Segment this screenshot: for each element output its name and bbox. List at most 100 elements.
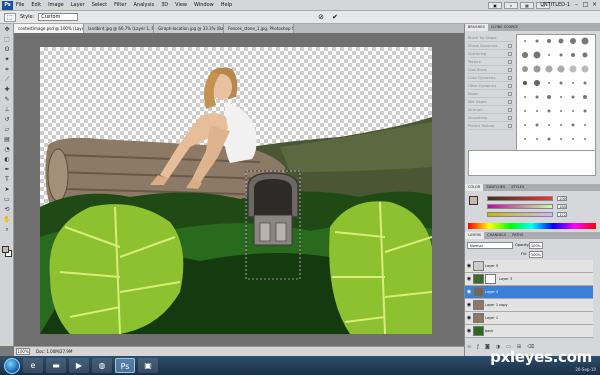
folder-icon[interactable]: ▬: [46, 358, 66, 373]
eye-icon[interactable]: ◉: [465, 315, 473, 321]
photoshop-taskbar-icon[interactable]: Ps: [115, 358, 135, 373]
layer-mask-thumbnail[interactable]: [485, 274, 496, 284]
brush-setting[interactable]: Airbrush: [468, 106, 514, 114]
maximize-icon[interactable]: □: [582, 1, 589, 8]
eye-icon[interactable]: ◉: [465, 302, 473, 308]
commit-transform-icon[interactable]: ✔: [330, 13, 340, 22]
layer-row[interactable]: ◉ Layer 1: [465, 312, 593, 325]
brush-setting[interactable]: Wet Edges: [468, 98, 514, 106]
brush-setting[interactable]: Dual Brush: [468, 66, 514, 74]
style-select[interactable]: Custom: [38, 13, 79, 21]
shape-tool-icon[interactable]: ▭: [2, 195, 12, 204]
move-tool-icon[interactable]: ✥: [2, 25, 12, 34]
layer-row-selected[interactable]: ◉ Layer 4: [465, 286, 593, 299]
type-tool-icon[interactable]: T: [2, 175, 12, 184]
blend-mode-select[interactable]: Normal: [467, 242, 513, 249]
tab-clone-source[interactable]: CLONE SOURCE: [488, 24, 521, 31]
tab-fences-stone[interactable]: Fences_stone_1.jpg, Photoshop Stock.jpg …: [224, 24, 294, 33]
explorer-window-icon[interactable]: ▣: [138, 358, 158, 373]
internet-explorer-icon[interactable]: e: [23, 358, 43, 373]
tab-swatches[interactable]: SWATCHES: [483, 184, 508, 191]
canvas[interactable]: [40, 47, 432, 334]
blue-value[interactable]: 172: [557, 212, 567, 217]
menu-select[interactable]: Select: [92, 2, 107, 8]
zoom-level-button[interactable]: ⌕: [504, 2, 518, 9]
eye-icon[interactable]: ◉: [465, 328, 473, 334]
blur-tool-icon[interactable]: ◔: [2, 145, 12, 154]
zoom-field[interactable]: 100%: [16, 348, 30, 355]
menu-layer[interactable]: Layer: [71, 2, 85, 8]
brush-setting[interactable]: Smoothing: [468, 114, 514, 122]
zoom-tool-icon[interactable]: ⌕: [2, 225, 12, 234]
tab-giraph-location[interactable]: Giraph-location.jpg @ 33.3% (Background,…: [154, 24, 224, 33]
layer-row[interactable]: ◉ Layer 3: [465, 273, 593, 286]
minimize-icon[interactable]: –: [573, 1, 580, 8]
tab-landbird[interactable]: landbird.jpg @ 66.7% (Layer 1, RGB/8): [84, 24, 154, 33]
eye-icon[interactable]: ◉: [465, 276, 473, 282]
red-value[interactable]: 200: [557, 196, 567, 201]
brush-tool-icon[interactable]: ✎: [2, 95, 12, 104]
add-mask-icon[interactable]: ◙: [485, 344, 490, 352]
tab-paths[interactable]: PATHS: [509, 232, 526, 239]
firefox-icon[interactable]: ◍: [92, 358, 112, 373]
tool-preset-icon[interactable]: ⬚: [4, 12, 16, 22]
cancel-transform-icon[interactable]: ⊘: [316, 13, 326, 22]
brush-setting[interactable]: Scattering: [468, 50, 514, 58]
launch-bridge-button[interactable]: ▣: [488, 2, 502, 9]
tab-styles[interactable]: STYLES: [508, 184, 527, 191]
blue-slider[interactable]: [487, 212, 553, 217]
layer-row[interactable]: ◉ Layer 1 copy: [465, 299, 593, 312]
menu-file[interactable]: File: [16, 2, 24, 8]
layer-style-icon[interactable]: ƒ: [477, 344, 479, 352]
tab-channels[interactable]: CHANNELS: [484, 232, 509, 239]
layer-row[interactable]: ◉ Layer 5: [465, 260, 593, 273]
menu-help[interactable]: Help: [221, 2, 232, 8]
media-player-icon[interactable]: ▶: [69, 358, 89, 373]
tab-color[interactable]: COLOR: [465, 184, 484, 191]
tab-contestimage[interactable]: contestimage.psd @ 100% (Layer 4, RGB/8): [14, 24, 84, 33]
menu-filter[interactable]: Filter: [114, 2, 126, 8]
healing-tool-icon[interactable]: ✚: [2, 85, 12, 94]
hand-tool-icon[interactable]: ✋: [2, 215, 12, 224]
menu-3d[interactable]: 3D: [161, 2, 168, 8]
clone-stamp-tool-icon[interactable]: ⊥: [2, 105, 12, 114]
color-fg-swatch[interactable]: [469, 196, 478, 205]
lasso-tool-icon[interactable]: ʘ: [2, 45, 12, 54]
path-selection-tool-icon[interactable]: ➤: [2, 185, 12, 194]
workspace-label[interactable]: UNTITLED-1: [540, 2, 570, 8]
close-icon[interactable]: ×: [591, 1, 598, 8]
magic-wand-tool-icon[interactable]: ✦: [2, 55, 12, 64]
foreground-color-swatch[interactable]: [2, 246, 9, 253]
start-button[interactable]: [4, 357, 20, 374]
brush-preset-grid[interactable]: [516, 34, 596, 152]
menu-analysis[interactable]: Analysis: [134, 2, 155, 8]
marquee-tool-icon[interactable]: ⬚: [2, 35, 12, 44]
dodge-tool-icon[interactable]: ◐: [2, 155, 12, 164]
history-brush-tool-icon[interactable]: ↺: [2, 115, 12, 124]
eyedropper-tool-icon[interactable]: ⟋: [2, 75, 12, 84]
link-layers-icon[interactable]: ∞: [467, 344, 471, 352]
brush-setting[interactable]: Protect Texture: [468, 122, 514, 130]
pen-tool-icon[interactable]: ✒: [2, 165, 12, 174]
green-value[interactable]: 185: [557, 204, 567, 209]
tab-layers[interactable]: LAYERS: [465, 232, 485, 239]
brush-setting[interactable]: Brush Tip Shape: [468, 34, 514, 42]
color-ramp[interactable]: [468, 223, 596, 229]
opacity-field[interactable]: 100%: [529, 242, 543, 249]
crop-tool-icon[interactable]: ⌗: [2, 65, 12, 74]
brush-setting[interactable]: Shape Dynamics: [468, 42, 514, 50]
brush-setting[interactable]: Noise: [468, 90, 514, 98]
arrange-documents-button[interactable]: ▦: [520, 2, 534, 9]
menu-edit[interactable]: Edit: [31, 2, 41, 8]
eraser-tool-icon[interactable]: ▱: [2, 125, 12, 134]
3d-rotate-tool-icon[interactable]: ⟲: [2, 205, 12, 214]
menu-image[interactable]: Image: [48, 2, 64, 8]
tab-brushes[interactable]: BRUSHES: [465, 24, 488, 31]
eye-icon[interactable]: ◉: [465, 263, 473, 269]
gradient-tool-icon[interactable]: ▤: [2, 135, 12, 144]
menu-view[interactable]: View: [175, 2, 187, 8]
brush-setting[interactable]: Texture: [468, 58, 514, 66]
fill-field[interactable]: 100%: [529, 251, 543, 258]
eye-icon[interactable]: ◉: [465, 289, 473, 295]
red-slider[interactable]: [487, 196, 553, 201]
